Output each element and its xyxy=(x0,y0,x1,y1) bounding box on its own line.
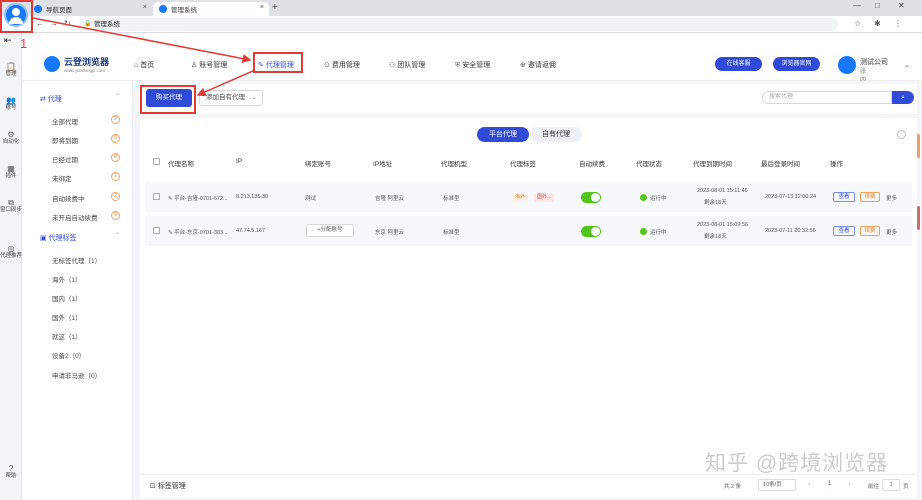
arrow-2-to-3 xyxy=(196,69,256,97)
annotation-arrows xyxy=(32,17,256,97)
watermark: 知乎 @跨境浏览器 xyxy=(705,452,889,475)
arrow-1-to-2 xyxy=(32,17,252,63)
